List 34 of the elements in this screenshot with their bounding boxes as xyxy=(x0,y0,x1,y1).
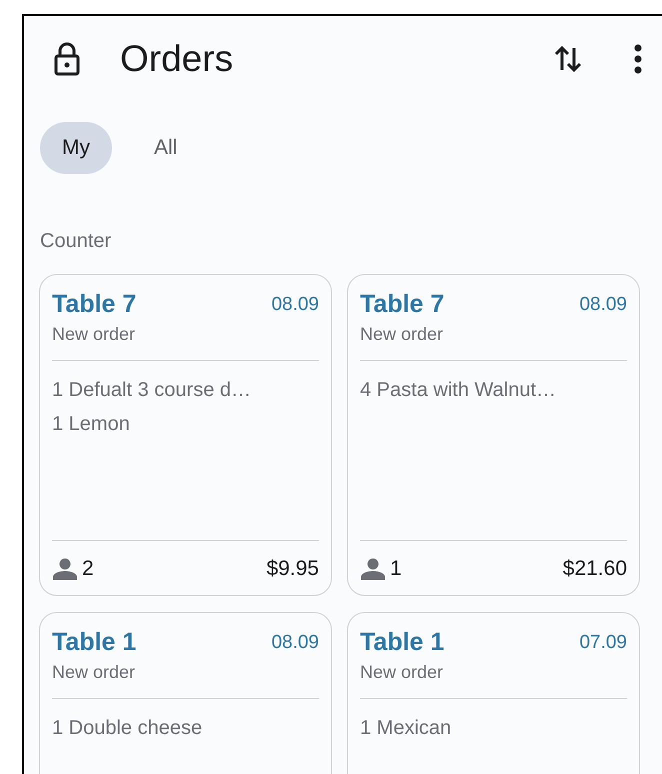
filter-tab[interactable]: My xyxy=(40,122,112,174)
person-icon xyxy=(52,558,78,580)
guest-count: 1 xyxy=(390,556,402,582)
order-status: New order xyxy=(360,323,444,346)
order-item: 1 Double cheese xyxy=(52,716,204,741)
order-status: New order xyxy=(52,661,136,684)
order-card[interactable]: Table 7 08.09 New order 1 Defualt 3 course d… 1 Lemon 2 $9.95 xyxy=(39,274,332,596)
table-name: Table 7 xyxy=(360,288,444,318)
order-date: 08.09 xyxy=(579,292,627,316)
order-item: 1 Defualt 3 course d… xyxy=(52,378,252,403)
order-total: $21.60 xyxy=(562,556,627,582)
person-icon xyxy=(360,558,386,580)
order-card[interactable]: Table 1 07.09 New order 1 Mexican xyxy=(347,612,640,774)
order-status: New order xyxy=(360,661,444,684)
section-title: Counter xyxy=(39,228,112,254)
filter-tab[interactable]: All xyxy=(132,122,200,174)
order-item: 1 Mexican xyxy=(360,716,452,741)
order-card[interactable]: Table 1 08.09 New order 1 Double cheese xyxy=(39,612,332,774)
order-date: 08.09 xyxy=(271,630,319,654)
lock-icon[interactable] xyxy=(54,42,80,76)
app-title: Orders xyxy=(120,38,234,80)
order-total: $9.95 xyxy=(266,556,319,582)
order-date: 08.09 xyxy=(271,292,319,316)
order-date: 07.09 xyxy=(579,630,627,654)
order-status: New order xyxy=(52,323,136,346)
order-item: 4 Pasta with Walnut… xyxy=(360,378,558,403)
sort-icon[interactable] xyxy=(554,44,582,74)
table-name: Table 7 xyxy=(52,288,136,318)
table-name: Table 1 xyxy=(52,626,136,656)
order-item: 1 Lemon xyxy=(52,412,131,437)
table-name: Table 1 xyxy=(360,626,444,656)
guest-count: 2 xyxy=(82,556,94,582)
more-menu-icon[interactable] xyxy=(634,44,642,74)
order-card[interactable]: Table 7 08.09 New order 4 Pasta with Walnut… 1 $21.60 xyxy=(347,274,640,596)
